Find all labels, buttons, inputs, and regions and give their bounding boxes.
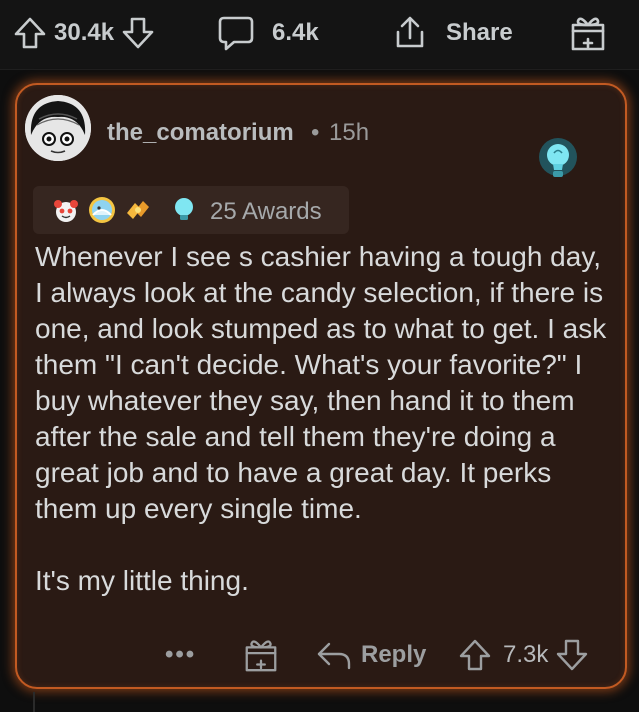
comment-bubble-icon: [218, 16, 254, 51]
downvote-arrow-icon[interactable]: [554, 637, 590, 673]
more-options-button[interactable]: •••: [165, 633, 196, 677]
comment-vote-count: 7.3k: [503, 641, 549, 668]
comment-vote-group: 7.3k: [457, 633, 590, 677]
award-post-button[interactable]: [568, 12, 608, 54]
comment-card: the_comatorium • 15h 25 Awards Whenever …: [15, 83, 627, 689]
wholesome-award-icon: [54, 200, 78, 222]
comments-button[interactable]: 6.4k: [216, 12, 319, 54]
thread-line: [33, 692, 35, 712]
comment-body: Whenever I see s cashier having a tough …: [35, 241, 607, 596]
share-icon: [396, 16, 424, 48]
awards-bar[interactable]: 25 Awards: [33, 186, 349, 234]
post-upvote-group: 30.4k: [12, 12, 156, 54]
sun-award-icon: [89, 197, 115, 223]
comment-username[interactable]: the_comatorium: [107, 119, 294, 147]
share-button[interactable]: Share: [390, 12, 513, 54]
upvote-arrow-icon[interactable]: [12, 15, 48, 51]
gift-icon: [571, 17, 605, 51]
helpful-hands-award-icon: [127, 201, 149, 219]
meta-separator: •: [311, 119, 320, 146]
comment-age: 15h: [329, 119, 370, 146]
share-label: Share: [446, 19, 513, 46]
award-comment-button[interactable]: [242, 633, 280, 677]
lightbulb-award-icon: [175, 198, 193, 220]
avatar-image: [25, 95, 91, 161]
comments-count: 6.4k: [272, 19, 319, 46]
post-action-bar: 30.4k 6.4k Share: [0, 0, 639, 70]
reply-label: Reply: [361, 641, 427, 668]
upvote-arrow-icon[interactable]: [457, 637, 493, 673]
downvote-arrow-icon[interactable]: [120, 15, 156, 51]
reply-button[interactable]: Reply: [315, 633, 426, 677]
lightbulb-flair-icon: [539, 138, 577, 177]
awards-count-label: 25 Awards: [210, 198, 322, 225]
comment-action-row: ••• Reply 7.3k: [17, 633, 629, 677]
gift-icon: [245, 640, 277, 672]
reply-arrow-icon: [317, 642, 351, 670]
post-upvote-count: 30.4k: [54, 19, 115, 46]
avatar[interactable]: [25, 95, 91, 161]
